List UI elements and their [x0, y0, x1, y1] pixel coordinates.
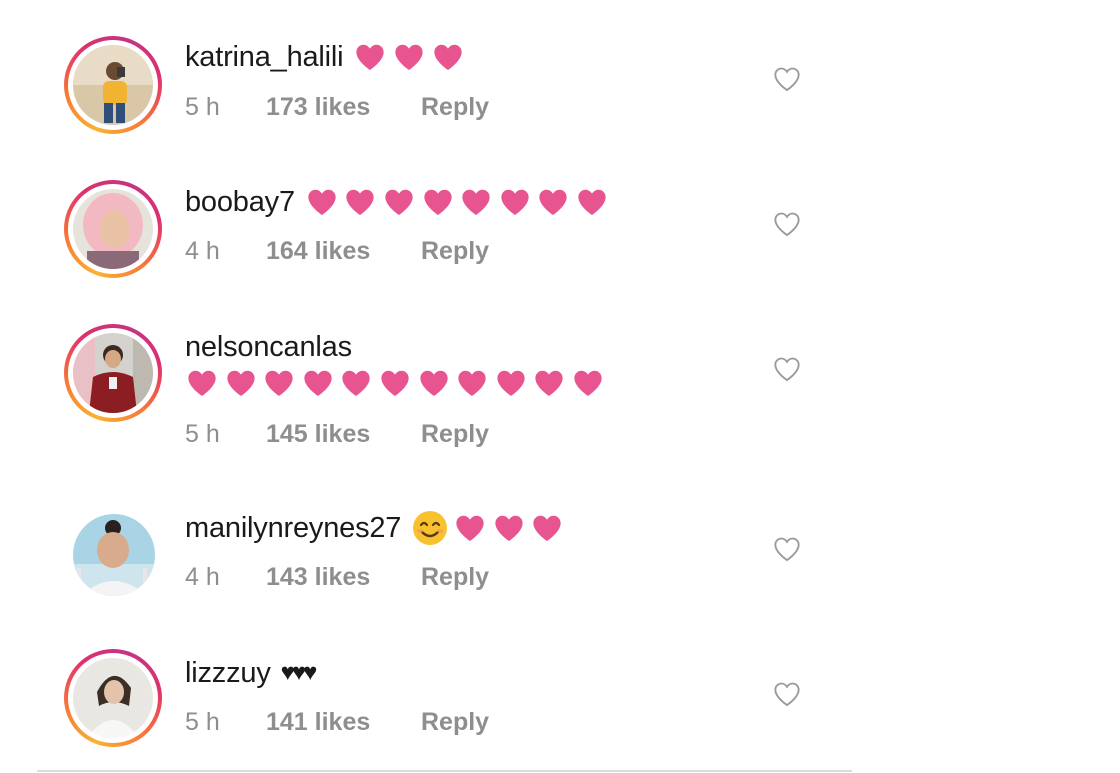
reply-button[interactable]: Reply	[421, 93, 489, 122]
pink-heart-emoji	[497, 370, 525, 396]
comment-meta: 5 h 173 likes Reply	[185, 89, 489, 125]
pink-heart-emoji	[501, 189, 529, 215]
comment-header: lizzzuy ♥♥♥	[185, 653, 318, 693]
pink-heart-emoji	[356, 44, 385, 70]
pink-heart-emoji	[385, 189, 413, 215]
comment-meta: 5 h 145 likes Reply	[185, 416, 489, 452]
pink-hearts	[305, 187, 614, 217]
pink-heart-emoji	[495, 515, 523, 541]
avatar	[73, 333, 153, 413]
reply-button[interactable]: Reply	[421, 708, 489, 737]
avatar-story-ring[interactable]	[64, 649, 162, 747]
avatar-story-ring[interactable]	[64, 324, 162, 422]
comment-time: 4 h	[185, 236, 220, 265]
likes-count-link[interactable]: 164 likes	[266, 237, 421, 266]
avatar	[73, 514, 155, 596]
pink-heart-emoji	[342, 370, 371, 396]
reply-button[interactable]: Reply	[421, 420, 489, 449]
likes-count-link[interactable]: 173 likes	[266, 93, 421, 122]
pink-heart-emoji	[462, 189, 490, 215]
comment-meta: 4 h 143 likes Reply	[185, 559, 489, 595]
comment-meta: 4 h 164 likes Reply	[185, 233, 489, 269]
heart-outline-icon[interactable]	[773, 356, 801, 382]
comment-list: katrina_halili 5 h 173 likes Reply booba…	[0, 0, 1120, 773]
username-link[interactable]: lizzzuy	[185, 657, 271, 690]
pink-heart-emoji	[265, 370, 293, 396]
divider	[37, 770, 852, 772]
pink-heart-emoji	[574, 370, 602, 396]
comment-header: boobay7	[185, 182, 614, 222]
avatar-story-ring[interactable]	[64, 36, 162, 134]
comment-text	[185, 363, 610, 403]
pink-heart-emoji	[304, 370, 332, 396]
comment-emojis	[411, 509, 569, 547]
pink-heart-emoji	[424, 189, 452, 215]
heart-outline-icon[interactable]	[773, 681, 801, 707]
pink-hearts	[453, 513, 569, 543]
heart-outline-icon[interactable]	[773, 536, 801, 562]
avatar	[73, 45, 153, 125]
heart-outline-icon[interactable]	[773, 211, 801, 237]
pink-heart-emoji	[535, 370, 563, 396]
comment-header: katrina_halili	[185, 37, 469, 77]
pink-heart-emoji	[395, 44, 423, 70]
avatar	[73, 189, 153, 269]
smiling-face-emoji	[413, 511, 448, 545]
likes-count-link[interactable]: 145 likes	[266, 420, 421, 449]
comment-time: 5 h	[185, 419, 220, 448]
pink-heart-emoji	[346, 189, 375, 215]
pink-heart-emoji	[308, 189, 336, 215]
likes-count-link[interactable]: 141 likes	[266, 708, 421, 737]
pink-heart-emoji	[419, 370, 448, 396]
comment-time: 5 h	[185, 707, 220, 736]
username-link[interactable]: manilynreynes27	[185, 512, 401, 545]
likes-count-link[interactable]: 143 likes	[266, 563, 421, 592]
pink-heart-emoji	[188, 370, 216, 396]
pink-heart-emoji	[578, 189, 606, 215]
pink-heart-emoji	[533, 515, 562, 541]
pink-heart-emoji	[226, 370, 255, 396]
username-link[interactable]: katrina_halili	[185, 41, 344, 74]
pink-hearts	[353, 42, 469, 72]
comment-meta: 5 h 141 likes Reply	[185, 704, 489, 740]
heart-outline-icon[interactable]	[773, 66, 801, 92]
pink-heart-emoji	[381, 370, 409, 396]
avatar-story-ring[interactable]	[64, 180, 162, 278]
comment-header: manilynreynes27	[185, 508, 569, 548]
comment-header: nelsoncanlas	[185, 327, 352, 367]
avatar	[73, 658, 153, 738]
comment-time: 5 h	[185, 92, 220, 121]
pink-heart-emoji	[433, 44, 462, 70]
reply-button[interactable]: Reply	[421, 563, 489, 592]
comment-text: ♥♥♥	[280, 659, 318, 686]
pink-heart-emoji	[456, 515, 484, 541]
username-link[interactable]: nelsoncanlas	[185, 331, 352, 364]
avatar-container[interactable]	[64, 505, 162, 603]
pink-heart-emoji	[539, 189, 568, 215]
pink-heart-emoji	[458, 370, 486, 396]
reply-button[interactable]: Reply	[421, 237, 489, 266]
comment-time: 4 h	[185, 562, 220, 591]
username-link[interactable]: boobay7	[185, 186, 295, 219]
pink-hearts	[185, 368, 610, 398]
